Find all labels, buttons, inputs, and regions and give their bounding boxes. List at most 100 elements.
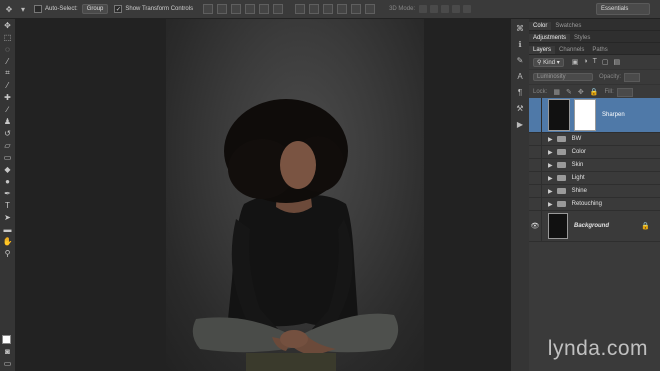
distribute-bottom-icon[interactable]	[323, 4, 334, 14]
drag-3d-icon[interactable]	[441, 5, 450, 13]
tab-channels[interactable]: Channels	[555, 46, 588, 54]
blend-mode-dropdown[interactable]: Luminosity	[533, 73, 593, 81]
brush-tool-icon[interactable]: ∕	[0, 103, 15, 115]
screen-mode-icon[interactable]: ▭	[0, 357, 15, 369]
actions-panel-icon[interactable]: ▶	[514, 118, 526, 130]
align-left-icon[interactable]	[245, 4, 256, 14]
distribute-vcenter-icon[interactable]	[309, 4, 320, 14]
layer-group-bw[interactable]: ▶ BW	[529, 133, 660, 146]
distribute-top-icon[interactable]	[295, 4, 306, 14]
foreground-color-swatch[interactable]	[2, 335, 11, 344]
pixel-filter-icon[interactable]: ▣	[572, 58, 579, 66]
document-canvas[interactable]	[16, 19, 510, 371]
smart-object-filter-icon[interactable]: ▤	[614, 58, 621, 66]
move-tool-icon[interactable]: ✥	[4, 4, 14, 14]
tab-layers[interactable]: Layers	[529, 46, 556, 54]
tab-adjustments[interactable]: Adjustments	[529, 34, 571, 42]
tool-preset-dropdown-icon[interactable]: ▾	[18, 4, 28, 14]
paragraph-panel-icon[interactable]: ¶	[514, 86, 526, 98]
history-brush-icon[interactable]: ↺	[0, 127, 15, 139]
lock-all-icon[interactable]: 🔒	[590, 88, 599, 96]
kind-filter-dropdown[interactable]: ⚲ Kind ▾	[533, 57, 564, 67]
hand-tool-icon[interactable]: ✋	[0, 235, 15, 247]
distribute-left-icon[interactable]	[337, 4, 348, 14]
eraser-tool-icon[interactable]: ▱	[0, 139, 15, 151]
lock-transparency-icon[interactable]: ▦	[553, 88, 560, 96]
dodge-tool-icon[interactable]: ●	[0, 175, 15, 187]
path-select-icon[interactable]: ➤	[0, 211, 15, 223]
layer-group-shine[interactable]: ▶ Shine	[529, 185, 660, 198]
shape-filter-icon[interactable]: ▢	[602, 58, 609, 66]
expand-triangle-icon[interactable]: ▶	[548, 149, 553, 156]
adjustment-filter-icon[interactable]: ◑	[583, 58, 587, 66]
gradient-tool-icon[interactable]: ▭	[0, 151, 15, 163]
layer-group-color[interactable]: ▶ Color	[529, 146, 660, 159]
auto-select-checkbox[interactable]	[34, 5, 42, 13]
type-tool-icon[interactable]: T	[0, 199, 15, 211]
layer-group-retouching[interactable]: ▶ Retouching	[529, 198, 660, 211]
visibility-toggle[interactable]	[529, 172, 542, 184]
visibility-toggle[interactable]	[529, 146, 542, 158]
history-panel-icon[interactable]: ⌘	[514, 22, 526, 34]
tab-swatches[interactable]: Swatches	[551, 22, 585, 30]
blur-tool-icon[interactable]: ◆	[0, 163, 15, 175]
visibility-toggle[interactable]	[529, 159, 542, 171]
rotate-3d-icon[interactable]	[419, 5, 428, 13]
layer-sharpen[interactable]: Sharpen	[529, 98, 660, 133]
healing-brush-icon[interactable]: ✚	[0, 91, 15, 103]
scale-3d-icon[interactable]	[463, 5, 472, 13]
fill-field[interactable]	[616, 87, 633, 97]
distribute-right-icon[interactable]	[365, 4, 376, 14]
align-bottom-icon[interactable]	[231, 4, 242, 14]
tab-paths[interactable]: Paths	[588, 46, 611, 54]
character-panel-icon[interactable]: A	[514, 70, 526, 82]
pen-tool-icon[interactable]: ✒	[0, 187, 15, 199]
expand-triangle-icon[interactable]: ▶	[548, 162, 553, 169]
layer-background[interactable]: 👁 Background 🔒	[529, 211, 660, 242]
clone-stamp-icon[interactable]: ♟	[0, 115, 15, 127]
layer-group-skin[interactable]: ▶ Skin	[529, 159, 660, 172]
lock-position-icon[interactable]: ✥	[578, 88, 584, 96]
tool-presets-panel-icon[interactable]: ⚒	[514, 102, 526, 114]
lock-image-icon[interactable]: ✎	[566, 88, 572, 96]
opacity-field[interactable]	[624, 72, 641, 82]
expand-triangle-icon[interactable]: ▶	[548, 175, 553, 182]
marquee-tool-icon[interactable]: ⬚	[0, 31, 15, 43]
visibility-toggle[interactable]	[529, 98, 542, 132]
distribute-hcenter-icon[interactable]	[351, 4, 362, 14]
mask-thumbnail[interactable]	[574, 99, 596, 131]
auto-select-dropdown[interactable]: Group	[81, 4, 109, 14]
quick-mask-icon[interactable]: ◙	[0, 345, 15, 357]
move-tool-icon[interactable]: ✥	[0, 19, 15, 31]
slide-3d-icon[interactable]	[452, 5, 461, 13]
shape-tool-icon[interactable]: ▬	[0, 223, 15, 235]
expand-triangle-icon[interactable]: ▶	[548, 136, 553, 143]
visibility-toggle[interactable]	[529, 198, 542, 210]
align-right-icon[interactable]	[273, 4, 284, 14]
quick-select-tool-icon[interactable]: ⁄	[0, 55, 15, 67]
eye-icon[interactable]: 👁	[529, 211, 542, 241]
tab-color[interactable]: Color	[529, 22, 552, 30]
type-filter-icon[interactable]: T	[593, 58, 597, 66]
right-panels: Color Swatches Adjustments Styles Layers…	[529, 19, 660, 371]
align-top-icon[interactable]	[203, 4, 214, 14]
fill-label: Fill:	[604, 89, 614, 95]
expand-triangle-icon[interactable]: ▶	[548, 188, 553, 195]
workspace-dropdown[interactable]: Essentials	[596, 3, 650, 15]
eyedropper-tool-icon[interactable]: ⁄	[0, 79, 15, 91]
lasso-tool-icon[interactable]: ◌	[0, 43, 15, 55]
adjustments-panel-tabs: Adjustments Styles	[529, 31, 660, 43]
brush-panel-icon[interactable]: ✎	[514, 54, 526, 66]
expand-triangle-icon[interactable]: ▶	[548, 201, 553, 208]
tab-styles[interactable]: Styles	[570, 34, 594, 42]
align-vcenter-icon[interactable]	[217, 4, 228, 14]
visibility-toggle[interactable]	[529, 133, 542, 145]
visibility-toggle[interactable]	[529, 185, 542, 197]
layer-group-light[interactable]: ▶ Light	[529, 172, 660, 185]
show-transform-checkbox[interactable]: ✓	[114, 5, 123, 13]
align-hcenter-icon[interactable]	[259, 4, 270, 14]
crop-tool-icon[interactable]: ⌗	[0, 67, 15, 79]
roll-3d-icon[interactable]	[430, 5, 439, 13]
properties-panel-icon[interactable]: ℹ	[514, 38, 526, 50]
zoom-tool-icon[interactable]: ⚲	[0, 247, 15, 259]
